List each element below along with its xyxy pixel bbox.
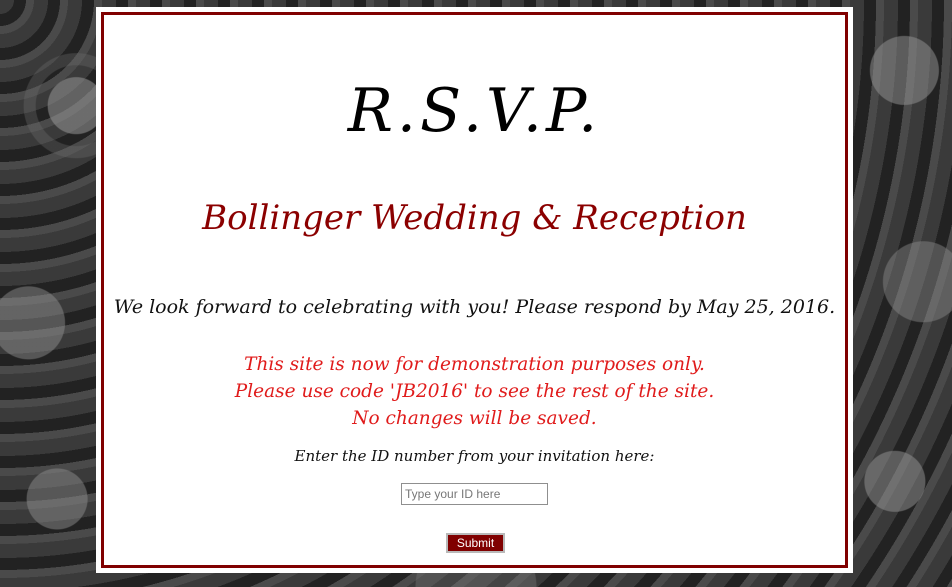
rsvp-message: We look forward to celebrating with you!… [113,296,836,318]
demo-notice-line: Please use code 'JB2016' to see the rest… [234,381,715,402]
demo-notice-line: No changes will be saved. [352,408,597,429]
rsvp-card: R.S.V.P. Bollinger Wedding & Reception W… [96,7,853,573]
invitation-id-input[interactable] [401,483,548,505]
demo-notice-line: This site is now for demonstration purpo… [244,354,705,375]
demo-notice: This site is now for demonstration purpo… [104,351,845,432]
id-prompt: Enter the ID number from your invitation… [294,447,655,465]
rsvp-card-border: R.S.V.P. Bollinger Wedding & Reception W… [101,12,848,568]
rsvp-title: R.S.V.P. [347,76,602,146]
submit-button[interactable]: Submit [446,533,505,553]
event-title: Bollinger Wedding & Reception [202,198,747,238]
